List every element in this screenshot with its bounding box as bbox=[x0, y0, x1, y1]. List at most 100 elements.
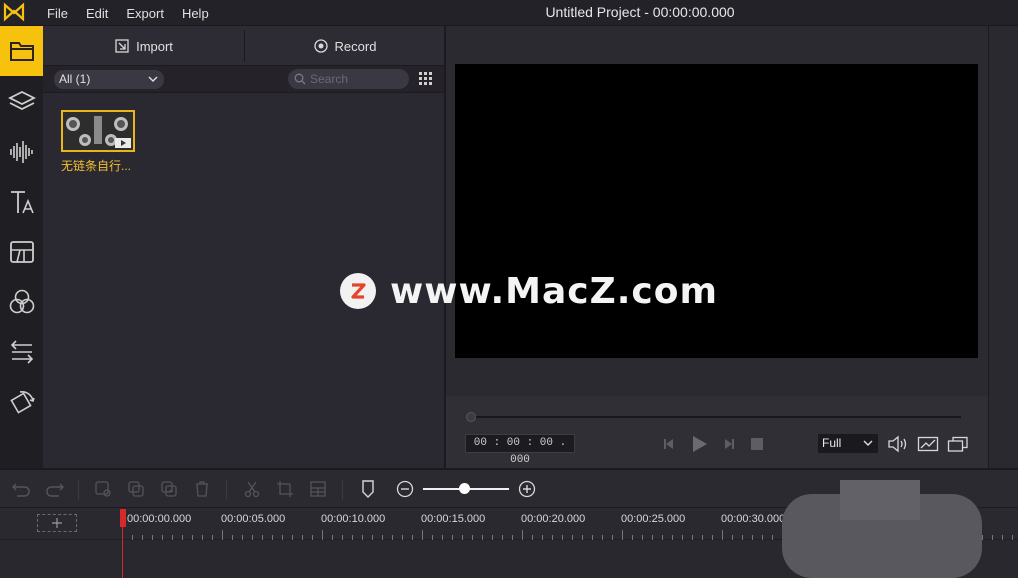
playback-progress-knob[interactable] bbox=[466, 412, 476, 422]
transitions-button[interactable] bbox=[0, 227, 43, 277]
record-label: Record bbox=[334, 38, 377, 54]
stop-button[interactable] bbox=[748, 434, 766, 454]
menu-edit[interactable]: Edit bbox=[86, 6, 108, 21]
volume-icon bbox=[888, 435, 907, 453]
toolbar-separator bbox=[78, 480, 79, 500]
preview-panel: 00 : 00 : 00 . 000 Full bbox=[446, 26, 988, 468]
text-button[interactable] bbox=[0, 177, 43, 227]
trash-icon bbox=[196, 481, 208, 497]
ruler-label: 00:00:10.000 bbox=[321, 513, 386, 525]
scissors-icon bbox=[244, 481, 260, 498]
watermark-text: www.MacZ.com bbox=[390, 270, 718, 312]
title-bar: File Edit Export Help Untitled Project -… bbox=[0, 0, 1018, 26]
window-title: Untitled Project - 00:00:00.000 bbox=[545, 4, 735, 20]
left-toolbar bbox=[0, 26, 43, 468]
ruler-label: 00:00:00.000 bbox=[127, 513, 192, 525]
undo-button[interactable] bbox=[10, 478, 32, 500]
menu-export[interactable]: Export bbox=[126, 6, 164, 21]
folder-icon bbox=[9, 42, 34, 61]
menu-file[interactable]: File bbox=[47, 6, 68, 21]
watermark-logo-icon bbox=[340, 273, 376, 309]
search-icon bbox=[294, 73, 306, 85]
copy-icon bbox=[128, 481, 144, 497]
next-frame-button[interactable] bbox=[720, 434, 738, 454]
toolbar-separator bbox=[342, 480, 343, 500]
plus-icon bbox=[52, 518, 62, 528]
zoom-out-icon bbox=[396, 480, 414, 498]
watermark: www.MacZ.com bbox=[340, 268, 718, 314]
clip-settings-button[interactable] bbox=[92, 478, 114, 500]
ruler-label: 00:00:25.000 bbox=[621, 513, 686, 525]
copy-button[interactable] bbox=[125, 478, 147, 500]
cut-button[interactable] bbox=[241, 478, 263, 500]
search-input[interactable]: Search bbox=[288, 69, 409, 89]
marker-button[interactable] bbox=[357, 478, 379, 500]
ruler-label: 00:00:05.000 bbox=[221, 513, 286, 525]
preview-zoom-select[interactable]: Full bbox=[818, 434, 878, 453]
video-thumbnail-image bbox=[63, 112, 133, 150]
timecode-display: 00 : 00 : 00 . 000 bbox=[465, 434, 575, 466]
search-placeholder: Search bbox=[310, 72, 349, 86]
rotate-icon bbox=[9, 390, 35, 414]
media-panel: Import Record All (1) Search 无链条自行... bbox=[43, 26, 444, 468]
media-thumbnail[interactable] bbox=[61, 110, 135, 152]
next-frame-icon bbox=[725, 439, 734, 449]
redo-icon bbox=[46, 483, 64, 497]
record-icon bbox=[313, 39, 328, 53]
volume-button[interactable] bbox=[886, 433, 910, 455]
ruler-label: 00:00:30.000 bbox=[721, 513, 786, 525]
ruler-label: 00:00:15.000 bbox=[421, 513, 486, 525]
filters-button[interactable] bbox=[0, 277, 43, 327]
text-icon bbox=[10, 191, 34, 214]
mosaic-button[interactable] bbox=[307, 478, 329, 500]
import-label: Import bbox=[136, 38, 173, 54]
crop-icon bbox=[277, 481, 293, 497]
fullscreen-button[interactable] bbox=[946, 433, 970, 455]
fullscreen-icon bbox=[947, 436, 968, 452]
grid-view-icon[interactable] bbox=[418, 71, 434, 87]
play-button[interactable] bbox=[687, 432, 711, 456]
crop-button[interactable] bbox=[274, 478, 296, 500]
playhead-handle[interactable] bbox=[120, 509, 126, 527]
preview-zoom-value: Full bbox=[822, 436, 842, 450]
zoom-out-button[interactable] bbox=[394, 478, 416, 500]
layers-icon bbox=[7, 90, 36, 111]
rotate-button[interactable] bbox=[0, 377, 43, 427]
motion-button[interactable] bbox=[0, 327, 43, 377]
blurred-region bbox=[840, 480, 920, 520]
play-icon bbox=[693, 436, 707, 452]
menu-bar: File Edit Export Help bbox=[47, 0, 227, 26]
mosaic-icon bbox=[310, 481, 326, 497]
import-icon bbox=[115, 39, 129, 53]
redo-button[interactable] bbox=[44, 478, 66, 500]
previous-frame-button[interactable] bbox=[660, 434, 678, 454]
paste-button[interactable] bbox=[158, 478, 180, 500]
ruler-label: 00:00:20.000 bbox=[521, 513, 586, 525]
chevron-down-icon bbox=[863, 440, 873, 446]
preview-controls: 00 : 00 : 00 . 000 Full bbox=[446, 396, 988, 468]
media-filter-bar: All (1) Search bbox=[43, 66, 444, 93]
previous-frame-icon bbox=[664, 439, 673, 449]
delete-button[interactable] bbox=[191, 478, 213, 500]
stop-icon bbox=[751, 438, 763, 450]
media-library-button[interactable] bbox=[0, 26, 43, 76]
filters-icon bbox=[9, 289, 34, 314]
app-logo-icon bbox=[3, 2, 25, 22]
media-filter-value: All (1) bbox=[59, 72, 91, 86]
toolbar-separator bbox=[226, 480, 227, 500]
media-filter-select[interactable]: All (1) bbox=[54, 70, 164, 89]
clip-settings-icon bbox=[95, 481, 111, 497]
add-track-button[interactable] bbox=[37, 514, 77, 532]
audio-button[interactable] bbox=[0, 127, 43, 177]
paste-icon bbox=[161, 481, 177, 497]
motion-icon bbox=[10, 340, 33, 364]
snapshot-button[interactable] bbox=[916, 433, 940, 455]
record-button[interactable]: Record bbox=[245, 26, 444, 66]
timeline-zoom-knob[interactable] bbox=[459, 483, 470, 494]
menu-help[interactable]: Help bbox=[182, 6, 209, 21]
layers-button[interactable] bbox=[0, 77, 43, 127]
zoom-in-button[interactable] bbox=[516, 478, 538, 500]
import-button[interactable]: Import bbox=[43, 26, 244, 66]
playback-progress-bar[interactable] bbox=[471, 416, 961, 418]
snapshot-icon bbox=[917, 436, 939, 452]
